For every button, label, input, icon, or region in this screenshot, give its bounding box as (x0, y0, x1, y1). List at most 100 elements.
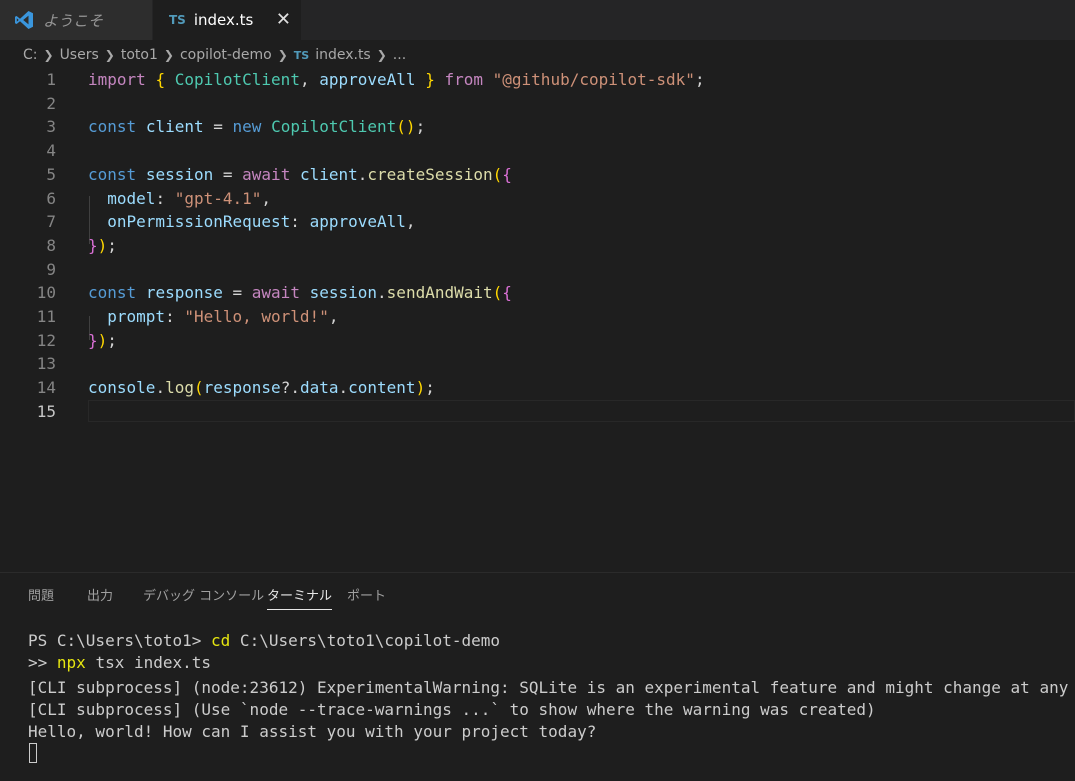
terminal-prompt: PS C:\Users\toto1> (28, 631, 212, 650)
breadcrumb-item-drive[interactable]: C: (23, 47, 38, 63)
tab-welcome-label: ようこそ (43, 11, 104, 30)
chevron-right-icon: ❯ (104, 48, 115, 62)
code-token: const (88, 283, 137, 303)
code-line[interactable]: 14 console.log(response?.data.content); (0, 376, 1075, 400)
code-token: { (155, 70, 166, 89)
breadcrumb-item-copilot-demo[interactable]: copilot-demo (180, 47, 272, 63)
code-line[interactable]: 12}); (0, 329, 1075, 353)
code-token: , (405, 212, 416, 232)
code-token: } (88, 235, 98, 255)
code-token: ; (415, 117, 426, 137)
code-text: const client = new CopilotClient(); (88, 115, 425, 139)
code-token: ( (193, 378, 204, 398)
code-token: await (242, 164, 291, 184)
breadcrumb-item-toto1[interactable]: toto1 (121, 47, 158, 63)
code-line[interactable]: 10 const response = await session.sendAnd… (0, 281, 1075, 305)
line-number: 12 (36, 330, 56, 350)
chevron-right-icon: ❯ (43, 48, 54, 62)
code-token: = (222, 283, 252, 303)
code-token: await (251, 283, 300, 303)
panel-tab-debug-console[interactable]: デバッグ コンソール (143, 585, 264, 604)
code-token: new (232, 117, 262, 137)
code-token: , (328, 307, 339, 326)
code-text: }); (88, 329, 117, 353)
code-token: CopilotClient (271, 117, 397, 137)
code-token: { (502, 283, 512, 303)
panel-tab-problems[interactable]: 問題 (28, 585, 54, 604)
tab-index-ts-label: index.ts (193, 11, 254, 29)
code-token: const (88, 164, 137, 184)
code-token: () (396, 117, 416, 137)
line-number: 10 (36, 283, 56, 303)
code-line[interactable]: 15 (0, 399, 1075, 424)
code-token: approveAll (309, 212, 406, 232)
code-token: ) (415, 378, 426, 398)
code-token: response (145, 283, 223, 303)
code-line[interactable]: 13 (0, 352, 1075, 376)
breadcrumb-item-users[interactable]: Users (60, 47, 99, 63)
code-token: console (88, 378, 156, 398)
code-editor[interactable]: 1 import { CopilotClient, approveAll } fr… (0, 68, 1075, 558)
code-token: . (357, 164, 368, 184)
terminal-line: PS C:\Users\toto1> cd C:\Users\toto1\cop… (28, 630, 500, 652)
code-token: , (261, 188, 272, 208)
typescript-file-icon: TS (169, 13, 186, 27)
line-number: 9 (46, 259, 56, 279)
code-token: . (377, 283, 387, 303)
code-text: import { CopilotClient, approveAll } fro… (88, 68, 705, 92)
code-line[interactable]: 5 const session = await client.createSess… (0, 163, 1075, 187)
code-token: : (155, 188, 175, 208)
code-line[interactable]: 9 (0, 258, 1075, 282)
code-token: } (425, 70, 435, 89)
code-line[interactable]: 3 const client = new CopilotClient(); (0, 115, 1075, 139)
code-token: } (88, 330, 98, 350)
line-number: 7 (46, 212, 56, 232)
tab-index-ts[interactable]: TS index.ts ✕ (153, 0, 301, 40)
code-line[interactable]: 7 onPermissionRequest: approveAll, (0, 210, 1075, 234)
code-token: . (338, 378, 349, 398)
panel-tab-output[interactable]: 出力 (87, 585, 113, 604)
line-number: 14 (36, 378, 56, 398)
code-line[interactable]: 4 (0, 139, 1075, 163)
panel-tab-terminal[interactable]: ターミナル (267, 585, 333, 610)
code-text: onPermissionRequest: approveAll, (88, 210, 416, 234)
line-number: 3 (46, 117, 56, 137)
tab-welcome[interactable]: ようこそ (0, 0, 152, 40)
terminal-line: >> npx tsx index.ts (28, 652, 211, 674)
code-text: console.log(response?.data.content); (88, 376, 435, 400)
line-number: 4 (46, 141, 56, 161)
line-number: 11 (36, 307, 56, 326)
code-token: ) (97, 330, 108, 350)
code-token: ; (425, 378, 435, 398)
terminal-argument: tsx index.ts (85, 653, 212, 672)
panel-tab-ports[interactable]: ポート (347, 585, 386, 604)
terminal-cursor[interactable] (29, 743, 37, 763)
code-token: "Hello, world!" (184, 307, 329, 326)
code-token: const (88, 117, 137, 137)
breadcrumb-item-more[interactable]: ... (393, 47, 406, 63)
line-number: 5 (46, 164, 56, 184)
code-line[interactable]: 1 import { CopilotClient, approveAll } fr… (0, 68, 1075, 92)
breadcrumb-item-file[interactable]: index.ts (315, 47, 371, 63)
terminal-output-line: [CLI subprocess] (node:23612) Experiment… (28, 678, 1075, 697)
code-token: response (203, 378, 281, 398)
code-line[interactable]: 8}); (0, 234, 1075, 258)
code-line[interactable]: 2 (0, 92, 1075, 116)
code-token: client (299, 164, 358, 184)
line-number: 8 (46, 235, 56, 255)
code-token: ( (492, 164, 503, 184)
code-line[interactable]: 11 prompt: "Hello, world!", (0, 305, 1075, 329)
close-icon[interactable]: ✕ (276, 9, 291, 30)
code-line[interactable]: 6 model: "gpt-4.1", (0, 187, 1075, 211)
code-token: client (145, 117, 204, 137)
code-token: session (309, 283, 378, 303)
code-token: session (145, 164, 214, 184)
